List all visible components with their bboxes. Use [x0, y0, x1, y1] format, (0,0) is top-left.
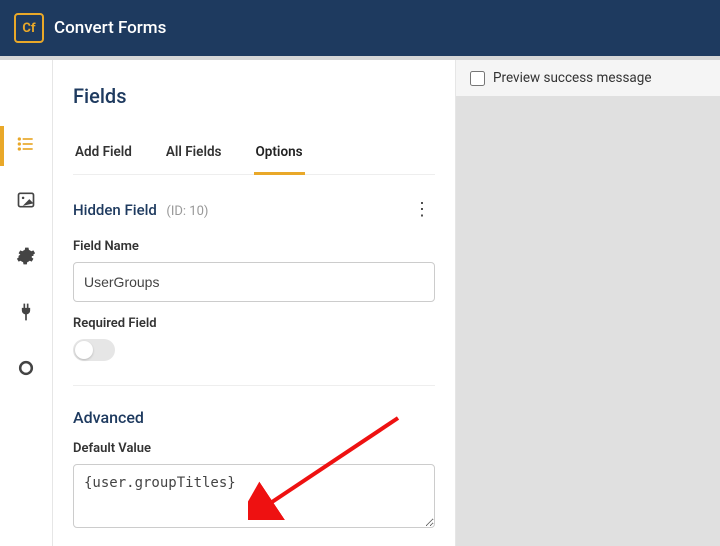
- circle-icon: [16, 358, 36, 382]
- tab-all-fields[interactable]: All Fields: [164, 132, 224, 174]
- panel-tabs: Add Field All Fields Options: [73, 132, 435, 175]
- plug-icon: [16, 302, 36, 326]
- rail-settings[interactable]: [0, 244, 52, 272]
- field-name-group: Field Name: [73, 239, 435, 302]
- fields-list-icon: [16, 134, 36, 158]
- tab-add-field[interactable]: Add Field: [73, 132, 134, 174]
- rail-fields[interactable]: [0, 132, 52, 160]
- tab-options[interactable]: Options: [254, 132, 305, 174]
- required-label: Required Field: [73, 316, 435, 331]
- field-type-label: Hidden Field: [73, 201, 157, 219]
- vertical-dots-icon: ⋮: [413, 199, 431, 220]
- advanced-heading: Advanced: [73, 408, 435, 427]
- default-value-input[interactable]: [73, 464, 435, 528]
- required-group: Required Field: [73, 316, 435, 361]
- default-value-label: Default Value: [73, 441, 435, 456]
- preview-toolbar: Preview success message: [456, 60, 720, 97]
- preview-area: Preview success message: [456, 60, 720, 546]
- field-heading-row: Hidden Field (ID: 10) ⋮: [73, 175, 435, 225]
- required-toggle[interactable]: [73, 339, 115, 361]
- preview-success-checkbox[interactable]: [470, 71, 485, 86]
- rail-more[interactable]: [0, 356, 52, 384]
- image-icon: [16, 190, 36, 214]
- panel-title: Fields: [73, 60, 435, 114]
- rail-integrations[interactable]: [0, 300, 52, 328]
- divider: [73, 385, 435, 386]
- fields-panel: Fields Add Field All Fields Options Hidd…: [52, 60, 456, 546]
- preview-success-label: Preview success message: [493, 70, 652, 86]
- gear-icon: [16, 246, 36, 270]
- default-value-group: Default Value: [73, 441, 435, 532]
- field-id-label: (ID: 10): [166, 204, 208, 219]
- field-actions-menu[interactable]: ⋮: [409, 197, 435, 223]
- app-logo: Cf: [14, 13, 44, 43]
- app-title: Convert Forms: [54, 18, 166, 38]
- field-name-input[interactable]: [73, 262, 435, 302]
- sidebar-rail: [0, 60, 52, 546]
- main-layout: Fields Add Field All Fields Options Hidd…: [0, 60, 720, 546]
- field-name-label: Field Name: [73, 239, 435, 254]
- toggle-knob: [75, 341, 93, 359]
- app-header: Cf Convert Forms: [0, 0, 720, 56]
- rail-design[interactable]: [0, 188, 52, 216]
